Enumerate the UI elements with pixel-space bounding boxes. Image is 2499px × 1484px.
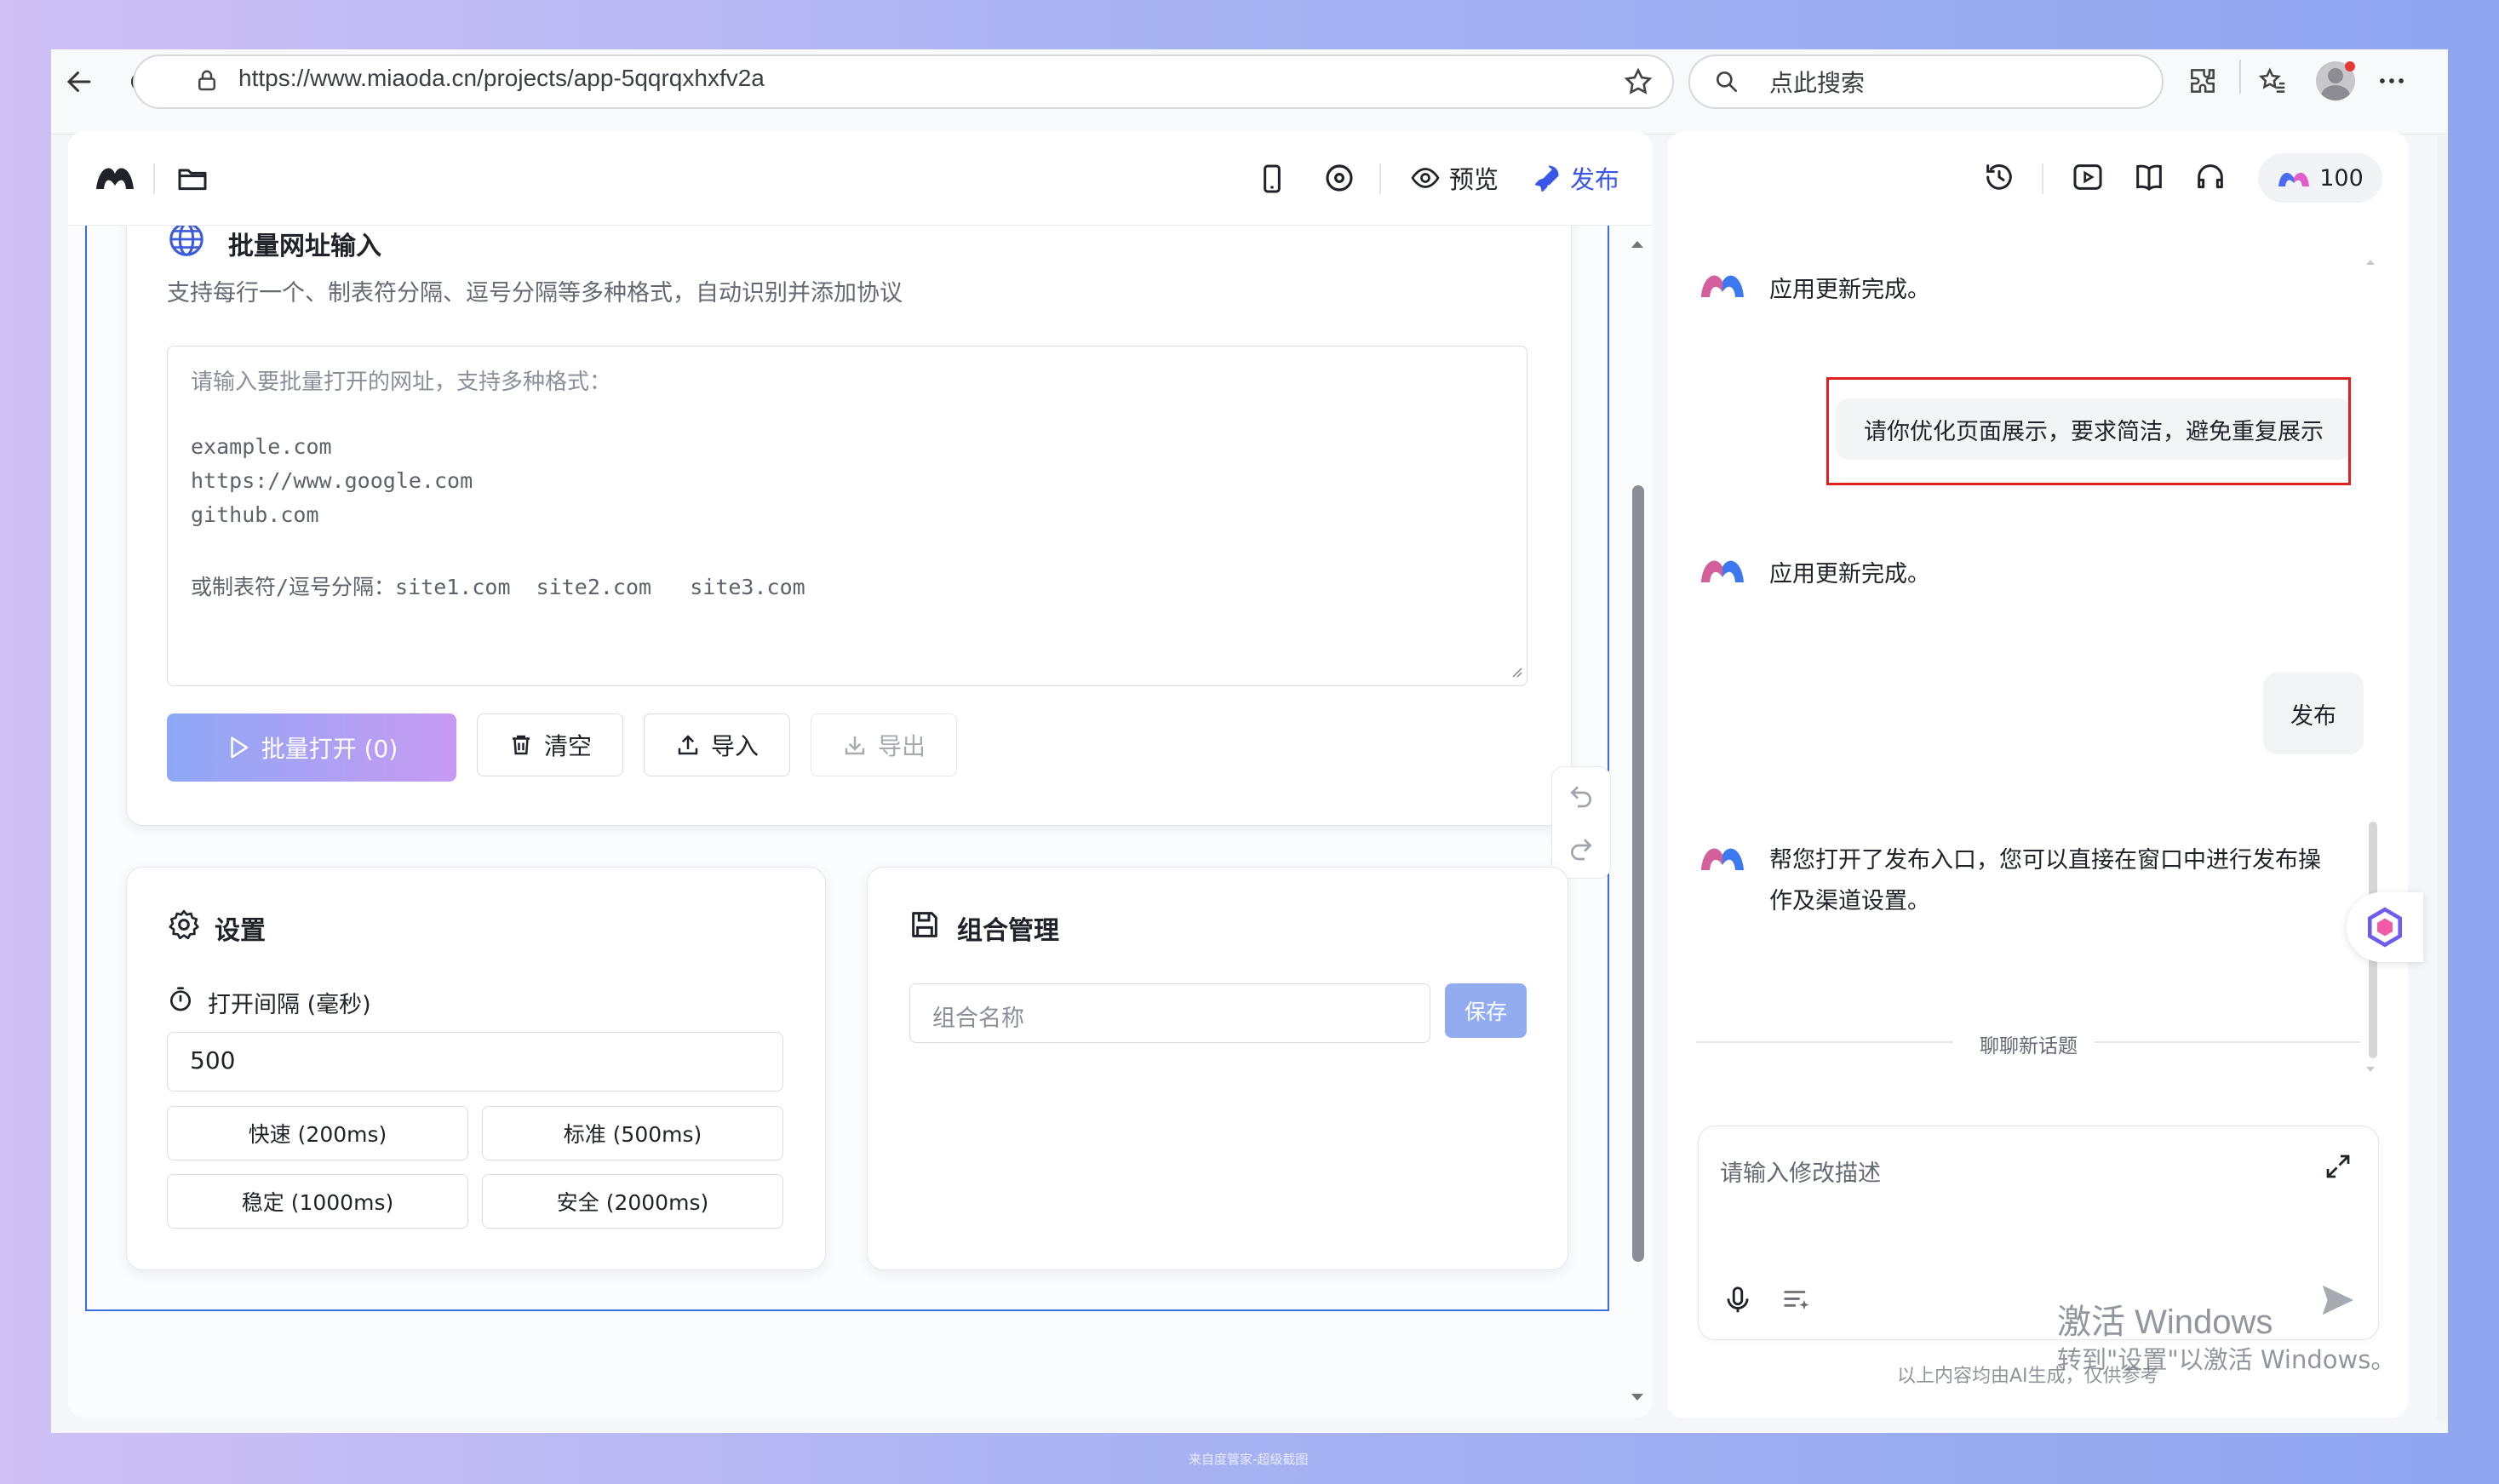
history-icon[interactable] — [1982, 160, 2016, 198]
preset-safe-button[interactable]: 安全 (2000ms) — [482, 1174, 783, 1229]
chat-input-placeholder[interactable]: 请输入修改描述 — [1720, 1155, 1881, 1188]
url-text[interactable]: https://www.miaoda.cn/projects/app-5qqrq… — [238, 65, 765, 92]
toolbar-divider — [2239, 60, 2241, 94]
video-tutorial-icon[interactable] — [2071, 160, 2105, 198]
notification-dot — [2345, 61, 2355, 72]
placeholder-line-1: 请输入要批量打开的网址，支持多种格式： — [191, 370, 612, 395]
upload-icon — [678, 735, 698, 755]
preset-standard-button[interactable]: 标准 (500ms) — [482, 1106, 783, 1160]
settings-title: 设置 — [215, 916, 266, 946]
floating-assistant-button[interactable] — [2347, 892, 2423, 962]
ai-message-2: 应用更新完成。 — [1769, 561, 1930, 587]
topic-divider-left — [1696, 1041, 1953, 1043]
windows-watermark-line1: 激活 Windows — [2057, 1304, 2273, 1341]
gear-icon — [167, 908, 201, 945]
eye-icon — [1411, 168, 1440, 188]
credits-badge[interactable]: 100 — [2258, 153, 2382, 203]
docs-book-icon[interactable] — [2132, 160, 2166, 198]
download-icon — [845, 736, 865, 755]
microphone-icon[interactable] — [1722, 1284, 1754, 1320]
favorites-icon[interactable] — [2256, 65, 2289, 100]
inspect-target-icon[interactable] — [1321, 160, 1357, 199]
url-textarea[interactable] — [167, 346, 1527, 686]
header-divider — [153, 163, 155, 194]
chat-scroll-up-icon[interactable] — [2364, 255, 2377, 272]
scroll-up-arrow-icon[interactable] — [1628, 235, 1647, 257]
batch-open-label: 批量打开 (0) — [261, 735, 398, 763]
preset-fast-button[interactable]: 快速 (200ms) — [167, 1106, 468, 1160]
clear-button[interactable]: 清空 — [477, 713, 623, 776]
windows-watermark-line2: 转到"设置"以激活 Windows。 — [2057, 1345, 2396, 1374]
combo-title: 组合管理 — [957, 916, 1059, 946]
ai-message-1: 应用更新完成。 — [1769, 277, 1930, 303]
undo-icon[interactable] — [1563, 778, 1599, 814]
globe-icon — [167, 220, 206, 262]
combo-save-button[interactable]: 保存 — [1445, 983, 1527, 1038]
ai-avatar-icon — [1699, 841, 1745, 872]
interval-label: 打开间隔 (毫秒) — [208, 992, 371, 1018]
interval-value[interactable]: 500 — [190, 1046, 235, 1074]
ai-avatar-icon — [1699, 553, 1745, 584]
clear-label: 清空 — [543, 732, 592, 760]
ai-message-3-line-2: 作及渠道设置。 — [1769, 888, 1930, 914]
topic-divider-right — [2095, 1041, 2360, 1043]
scroll-down-arrow-icon[interactable] — [1628, 1388, 1647, 1410]
credits-value: 100 — [2319, 164, 2364, 192]
batch-open-button[interactable]: 批量打开 (0) — [167, 713, 456, 782]
assistant-hex-icon — [2368, 907, 2402, 948]
placeholder-line-4: https://www.google.com — [191, 468, 473, 493]
resize-handle-icon[interactable] — [1508, 663, 1523, 682]
user-message-2: 发布 — [2263, 673, 2364, 754]
search-input[interactable]: 点此搜索 — [1769, 65, 1865, 99]
placeholder-line-5: github.com — [191, 502, 319, 527]
preview-button[interactable]: 预览 — [1410, 160, 1499, 196]
expand-icon[interactable] — [2323, 1151, 2353, 1185]
rocket-icon — [1534, 165, 1559, 192]
preview-label: 预览 — [1449, 165, 1499, 194]
trash-icon — [512, 735, 530, 755]
folder-icon[interactable] — [175, 162, 209, 199]
page-scrollbar-track[interactable] — [2437, 136, 2447, 1422]
combo-name-input[interactable]: 组合名称 — [909, 983, 1430, 1043]
placeholder-line-7: 或制表符/逗号分隔：site1.com site2.com site3.com — [191, 575, 805, 599]
save-disk-icon — [908, 908, 942, 945]
play-icon — [230, 736, 248, 759]
search-icon — [1713, 68, 1740, 99]
ai-message-3-line-1: 帮您打开了发布入口，您可以直接在窗口中进行发布操 — [1769, 847, 2321, 874]
send-icon[interactable] — [2318, 1281, 2357, 1323]
placeholder-line-3: example.com — [191, 434, 332, 459]
timer-icon — [167, 986, 194, 1017]
export-button[interactable]: 导出 — [811, 713, 957, 776]
batch-subtitle: 支持每行一个、制表符分隔、逗号分隔等多种格式，自动识别并添加协议 — [167, 280, 903, 307]
support-headset-icon[interactable] — [2193, 160, 2227, 198]
back-icon[interactable] — [54, 56, 105, 107]
screenshot-caption: 来自度管家-超级截图 — [1189, 1452, 1309, 1467]
prompt-optimize-icon[interactable] — [1781, 1284, 1814, 1320]
interval-input[interactable]: 500 — [167, 1032, 783, 1092]
mobile-view-icon[interactable] — [1255, 160, 1289, 201]
new-topic-link[interactable]: 聊聊新话题 — [1980, 1029, 2078, 1058]
import-button[interactable]: 导入 — [644, 713, 790, 776]
lock-icon[interactable] — [194, 68, 220, 97]
header-divider — [1379, 163, 1381, 194]
miaoda-logo-icon[interactable] — [94, 160, 136, 198]
chat-scroll-down-icon[interactable] — [2364, 1063, 2377, 1079]
extensions-icon[interactable] — [2187, 65, 2219, 100]
publish-button[interactable]: 发布 — [1531, 160, 1619, 196]
more-menu-icon[interactable] — [2376, 65, 2408, 100]
export-label: 导出 — [877, 732, 926, 760]
redo-icon[interactable] — [1563, 831, 1599, 867]
batch-title: 批量网址输入 — [228, 232, 381, 261]
credits-logo-icon — [2278, 173, 2310, 186]
preview-scrollbar-thumb[interactable] — [1632, 485, 1644, 1262]
favorite-star-icon[interactable] — [1623, 66, 1654, 100]
ai-avatar-icon — [1699, 268, 1745, 299]
import-label: 导入 — [710, 732, 759, 760]
combo-name-placeholder: 组合名称 — [932, 1006, 1024, 1032]
highlight-box — [1826, 377, 2351, 485]
publish-label: 发布 — [1570, 165, 1620, 194]
preset-stable-button[interactable]: 稳定 (1000ms) — [167, 1174, 468, 1229]
header-divider — [2042, 163, 2043, 194]
search-bar[interactable] — [1688, 54, 2164, 109]
